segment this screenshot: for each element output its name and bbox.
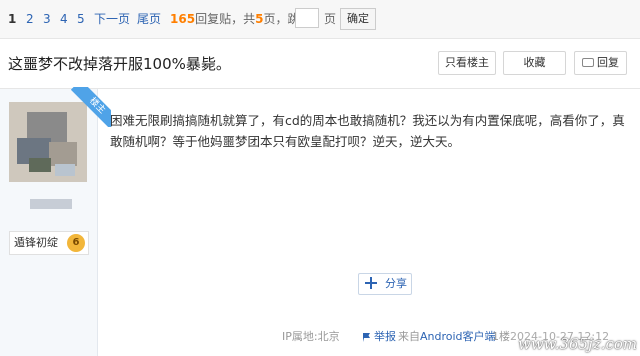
post-source: 来自Android客户端 — [398, 330, 496, 344]
source-prefix: 来自 — [398, 330, 420, 343]
report-label: 举报 — [374, 330, 396, 343]
pagination-bar: 1 2 3 4 5 下一页 尾页 165回复贴，共5页，跳到 页 确定 — [0, 0, 640, 39]
page-current: 1 — [8, 12, 17, 26]
page-link-2[interactable]: 2 — [26, 12, 34, 26]
reply-count: 165 — [170, 12, 196, 26]
author-panel: 楼主 遁锋初绽 6 — [0, 87, 111, 356]
page-link-4[interactable]: 4 — [60, 12, 68, 26]
report-icon — [363, 333, 370, 342]
reply-icon — [582, 57, 594, 67]
member-badge[interactable]: 遁锋初绽 6 — [9, 231, 89, 255]
level-badge-icon: 6 — [67, 234, 85, 252]
last-page-link[interactable]: 尾页 — [137, 12, 161, 26]
reply-button[interactable]: 回复 — [574, 51, 627, 75]
jump-unit: 页 — [324, 12, 337, 26]
badge-label: 遁锋初绽 — [14, 236, 58, 249]
only-owner-button[interactable]: 只看楼主 — [438, 51, 496, 75]
post-content: 困难无限刷搞搞随机就算了，有cd的周本也敢搞随机？我还以为有内置保底呢，高看你了… — [110, 113, 625, 149]
plus-icon — [365, 277, 377, 289]
share-button[interactable]: 分享 — [358, 273, 412, 295]
reply-button-label: 回复 — [597, 56, 619, 69]
reply-summary: 165回复贴，共5页，跳到 — [170, 12, 311, 26]
confirm-jump-button[interactable]: 确定 — [340, 8, 376, 30]
favorite-button[interactable]: 收藏 — [503, 51, 566, 75]
next-page-link[interactable]: 下一页 — [94, 12, 130, 26]
username-blurred[interactable] — [30, 199, 72, 209]
reply-summary-text: 回复贴，共 — [195, 12, 256, 26]
report-link[interactable]: 举报 — [362, 330, 396, 344]
owner-tag-label: 楼主 — [71, 87, 111, 127]
watermark: www.365jz.com — [518, 335, 638, 353]
thread-header: 这噩梦不改掉落开服100%暴毙。 只看楼主 收藏 回复 — [0, 39, 640, 89]
page-link-3[interactable]: 3 — [43, 12, 51, 26]
page-link-5[interactable]: 5 — [77, 12, 85, 26]
share-label: 分享 — [385, 277, 407, 290]
thread-title: 这噩梦不改掉落开服100%暴毙。 — [8, 55, 231, 73]
floor-number: 1楼 — [492, 330, 510, 343]
ip-location: IP属地:北京 — [282, 330, 340, 343]
source-link[interactable]: Android客户端 — [420, 330, 496, 343]
owner-corner-tag: 楼主 — [71, 87, 111, 127]
jump-page-input[interactable] — [295, 8, 319, 28]
